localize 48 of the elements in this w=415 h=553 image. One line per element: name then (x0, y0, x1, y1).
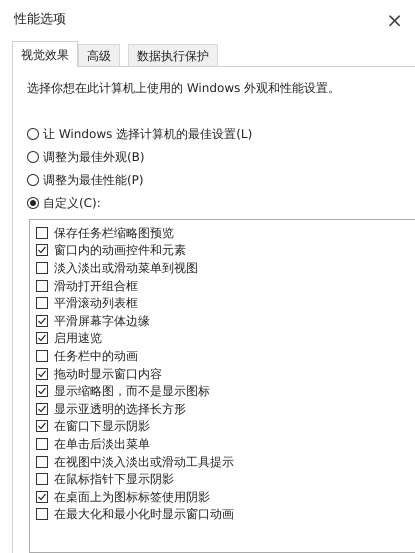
radio-label: 调整为最佳外观(B) (43, 148, 145, 166)
tab[interactable]: 高级 (78, 44, 120, 66)
checkbox[interactable] (36, 402, 48, 415)
checkbox-label: 滑动打开组合框 (54, 278, 138, 295)
checkbox-label: 在最大化和最小化时显示窗口动画 (54, 506, 234, 524)
checkbox[interactable] (36, 314, 48, 327)
checkbox[interactable] (36, 297, 48, 310)
checkbox[interactable] (36, 226, 48, 239)
checkbox-label: 在视图中淡入淡出或滑动工具提示 (54, 454, 234, 471)
checkbox-label: 在窗口下显示阴影 (54, 418, 150, 436)
checkbox[interactable] (36, 262, 48, 274)
tab[interactable]: 视觉效果 (12, 41, 78, 67)
checkbox[interactable] (36, 420, 48, 432)
checkbox-label: 任务栏中的动画 (54, 348, 138, 365)
radio-label: 自定义(C): (43, 194, 101, 212)
checkbox-label: 启用速览 (54, 330, 102, 348)
radio-label: 让 Windows 选择计算机的最佳设置(L) (43, 126, 252, 142)
radio-button[interactable] (27, 196, 39, 208)
checkbox-label: 显示亚透明的选择长方形 (54, 400, 186, 418)
checkbox[interactable] (36, 332, 48, 344)
checkbox[interactable] (36, 244, 48, 256)
checkbox[interactable] (36, 280, 48, 292)
radio-button[interactable] (27, 150, 39, 162)
checkbox-label: 在鼠标指针下显示阴影 (54, 471, 174, 488)
checkbox[interactable] (36, 438, 48, 450)
checkbox[interactable] (36, 456, 48, 468)
close-button[interactable]: × (386, 10, 403, 30)
checkbox[interactable] (36, 350, 48, 362)
window-title: 性能选项 (14, 11, 66, 30)
checkbox-label: 淡入淡出或滑动菜单到视图 (54, 260, 198, 277)
checkbox-label: 窗口内的动画控件和元素 (54, 242, 186, 260)
checkbox-label: 在单击后淡出菜单 (54, 436, 150, 453)
tab[interactable]: 数据执行保护 (128, 44, 218, 66)
radio-label: 调整为最佳性能(P) (43, 172, 144, 188)
checkbox[interactable] (36, 490, 48, 503)
radio-button[interactable] (27, 128, 39, 140)
checkbox-label: 平滑屏幕字体边缘 (54, 312, 150, 330)
checkbox[interactable] (36, 473, 48, 486)
description-text: 选择你想在此计算机上使用的 Windows 外观和性能设置。 (27, 80, 342, 97)
checkbox[interactable] (36, 368, 48, 380)
checkbox-label: 拖动时显示窗口内容 (54, 366, 162, 383)
checkbox-label: 在桌面上为图标标签使用阴影 (54, 488, 210, 506)
checkbox-label: 显示缩略图，而不是显示图标 (54, 383, 210, 400)
checkbox[interactable] (36, 508, 48, 520)
radio-button[interactable] (27, 174, 39, 186)
checkbox[interactable] (36, 385, 48, 398)
checkbox-label: 保存任务栏缩略图预览 (54, 224, 174, 242)
checkbox-label: 平滑滚动列表框 (54, 295, 138, 312)
